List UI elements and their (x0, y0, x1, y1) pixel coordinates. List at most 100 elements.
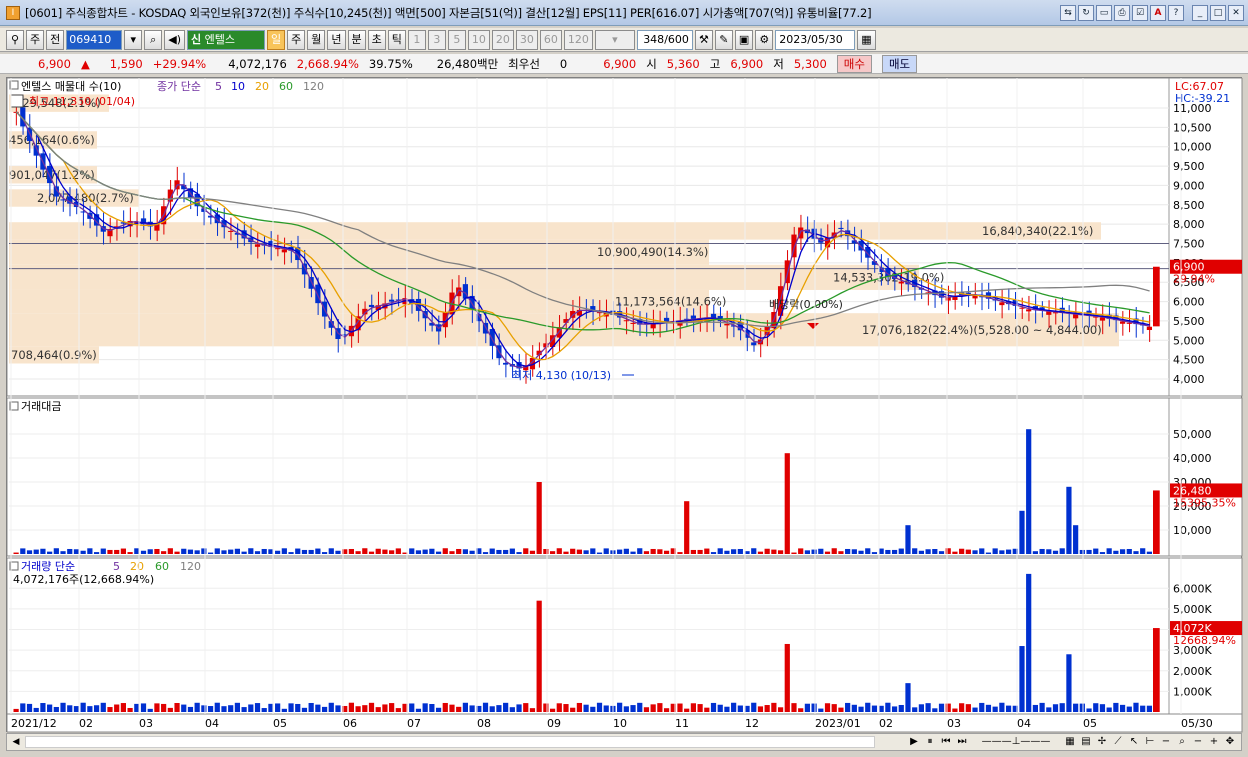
amount-bar (228, 549, 234, 554)
code-input[interactable]: 069410 (66, 29, 123, 50)
amount-bar (570, 548, 576, 554)
volume-bar (1086, 708, 1092, 712)
amount-bar (704, 548, 710, 554)
print-icon[interactable]: ⎙ (1114, 5, 1130, 21)
amount-bar (603, 548, 609, 554)
amount-bar (784, 453, 790, 554)
pause-icon[interactable]: ⏸ (923, 735, 937, 749)
wand-icon[interactable]: ✎ (714, 29, 733, 50)
scroll-left-icon[interactable]: ◀ (9, 735, 23, 749)
chart-toolbar: ⚲ 주 전 069410 ▾ ⌕ ◀) 신 엔텔스 일 주 월 년 분 초 틱 … (0, 28, 1248, 52)
period-tick[interactable]: 틱 (387, 29, 406, 50)
zoom-slider[interactable]: ———⊥——— (971, 735, 1061, 749)
speaker-icon[interactable]: ◀) (164, 29, 186, 50)
interval-5[interactable]: 5 (447, 29, 466, 50)
period-second[interactable]: 초 (367, 29, 386, 50)
type-select[interactable]: 주 (26, 29, 45, 50)
search-icon[interactable]: ⌕ (144, 29, 163, 50)
amount-bar (858, 550, 864, 554)
period-minute[interactable]: 분 (347, 29, 366, 50)
crosshair-icon[interactable]: ✢ (1095, 735, 1109, 749)
interval-60[interactable]: 60 (539, 29, 562, 50)
amount-bar (415, 550, 422, 554)
volume-bar (751, 702, 757, 712)
period-month[interactable]: 월 (307, 29, 326, 50)
volume-bar (194, 702, 200, 712)
count-input[interactable]: 348/600 (636, 29, 693, 50)
minus-icon[interactable]: − (1191, 735, 1205, 749)
volume-bar (20, 703, 26, 712)
amount-bar (831, 548, 837, 554)
scroll-right-icon[interactable]: ▶ (907, 735, 921, 749)
date-tick-label: 08 (477, 717, 491, 730)
interval-120[interactable]: 120 (563, 29, 593, 50)
cursor-icon[interactable]: ↖ (1127, 735, 1141, 749)
interval-20[interactable]: 20 (491, 29, 514, 50)
font-icon[interactable]: A (1150, 5, 1166, 21)
zoom-out-icon[interactable]: − (1159, 735, 1173, 749)
minimize-button[interactable]: _ (1192, 5, 1208, 21)
layout-icon[interactable]: ▤ (1079, 735, 1093, 749)
period-week[interactable]: 주 (287, 29, 306, 50)
pin-icon[interactable]: ⚲ (6, 29, 24, 50)
move-icon[interactable]: ✥ (1223, 735, 1237, 749)
volume-bar (731, 702, 737, 712)
volume-bar (161, 703, 167, 712)
stock-name-field[interactable]: 신 엔텔스 (187, 29, 266, 50)
volume-bar (1059, 703, 1065, 712)
date-input[interactable]: 2023/05/30 (775, 29, 856, 50)
up-arrow-icon: ▲ (80, 56, 90, 71)
gear-icon[interactable]: ⚙ (755, 29, 774, 50)
period-year[interactable]: 년 (327, 29, 346, 50)
period-day[interactable]: 일 (267, 29, 286, 50)
volume-bar (53, 706, 59, 712)
volume-bar (536, 600, 542, 712)
interval-1[interactable]: 1 (407, 29, 426, 50)
tool-icon[interactable]: ⚒ (694, 29, 713, 50)
interval-select[interactable]: ▾ (594, 29, 635, 50)
calendar-icon[interactable]: ▦ (857, 29, 876, 50)
chart-area[interactable]: 11,000 10,500 10,000 9,500 9,000 8,500 8,000 7,… (6, 77, 1243, 733)
stock-chart[interactable]: 11,00010,50010,0009,5009,0008,5008,0007,… (7, 78, 1243, 733)
candle-body (751, 342, 757, 346)
buy-button[interactable]: 매수 (836, 54, 872, 73)
prev-button[interactable]: 전 (46, 29, 65, 50)
candle-body (630, 322, 636, 324)
skip-forward-icon[interactable]: ⏭ (955, 735, 969, 749)
amount-bar (375, 548, 381, 554)
amount-bar (811, 549, 817, 554)
volume-bar (389, 703, 395, 712)
sell-button[interactable]: 매도 (881, 54, 918, 73)
lock-icon (10, 94, 24, 108)
help-icon[interactable]: ? (1168, 5, 1184, 21)
volume-bar (804, 703, 810, 712)
close-button[interactable]: ✕ (1228, 5, 1244, 21)
checkbox-icon[interactable]: ☑ (1132, 5, 1148, 21)
volume-bar (435, 707, 442, 712)
amount-bar (818, 548, 824, 554)
interval-3[interactable]: 3 (427, 29, 446, 50)
volume-bar (73, 706, 80, 712)
window-icon[interactable]: ▭ (1096, 5, 1112, 21)
maximize-button[interactable]: □ (1210, 5, 1226, 21)
link-icon[interactable]: ⇆ (1060, 5, 1076, 21)
search-icon[interactable]: ⌕ (1175, 735, 1189, 749)
interval-30[interactable]: 30 (515, 29, 538, 50)
amount-bar (757, 551, 764, 554)
amount-bar (207, 552, 214, 554)
amount-bar (389, 550, 395, 554)
scroll-track[interactable] (25, 736, 875, 748)
grid-icon[interactable]: ▦ (1063, 735, 1077, 749)
sync-icon[interactable]: ↻ (1078, 5, 1094, 21)
volume-bar (1106, 707, 1112, 712)
plus-icon[interactable]: + (1207, 735, 1221, 749)
dropdown-icon[interactable]: ▾ (124, 29, 143, 50)
volume-bar (140, 703, 147, 712)
line-tool-icon[interactable]: ⟋ (1111, 735, 1125, 749)
volume-bar (905, 683, 911, 712)
skip-back-icon[interactable]: ⏮ (939, 735, 953, 749)
quote-bar: 6,900 ▲ 1,590 +29.94% 4,072,176 2,668.94… (0, 54, 1248, 74)
ruler-icon[interactable]: ⊢ (1143, 735, 1157, 749)
interval-10[interactable]: 10 (467, 29, 490, 50)
save-icon[interactable]: ▣ (734, 29, 754, 50)
